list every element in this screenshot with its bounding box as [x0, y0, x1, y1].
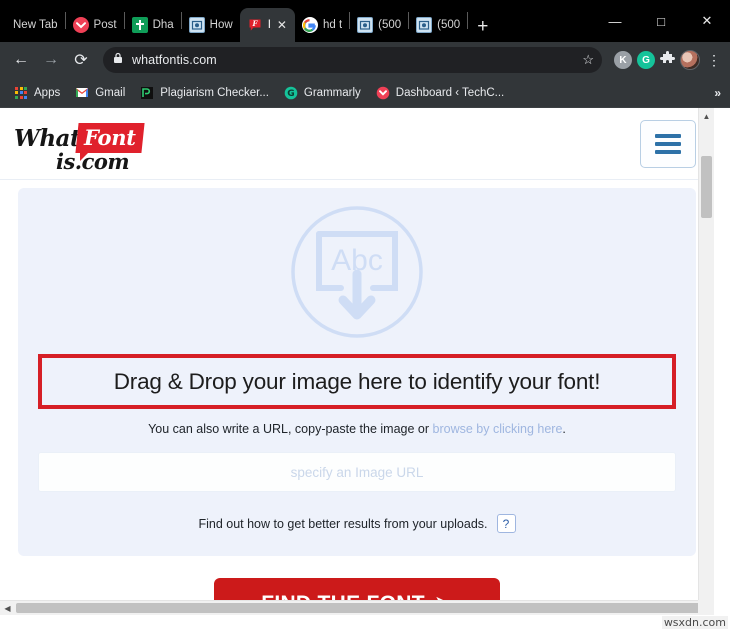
window-controls: — □ ✕ — [592, 0, 730, 42]
pocket-icon — [376, 86, 390, 100]
hamburger-line — [655, 133, 681, 138]
hamburger-line — [655, 149, 681, 154]
bookmark-dashboard-techc[interactable]: Dashboard ‹ TechC... — [370, 83, 510, 103]
site-header: What Font is.com — [0, 108, 714, 180]
close-icon[interactable]: ✕ — [276, 19, 288, 31]
bookmark-gmail[interactable]: Gmail — [69, 83, 131, 103]
apps-grid-icon — [14, 86, 28, 100]
whatfontis-page: What Font is.com Abc Drag & Drop your im… — [0, 108, 714, 615]
grammarly-icon: G — [284, 86, 298, 100]
tab-label: I — [267, 19, 271, 31]
watermark: wsxdn.com — [661, 616, 728, 629]
svg-text:G: G — [287, 89, 294, 99]
gmail-icon — [75, 86, 89, 100]
logo-part-font: Font — [84, 124, 136, 150]
whatfontis-icon: F — [247, 17, 263, 33]
address-bar[interactable]: whatfontis.com ☆ — [103, 47, 602, 73]
upload-illustration: Abc — [34, 202, 680, 342]
upload-hint-prefix: You can also write a URL, copy-paste the… — [148, 422, 433, 436]
chrome-menu-icon[interactable]: ⋮ — [705, 52, 723, 69]
extension-icons: K G ⋮ — [614, 50, 723, 70]
browser-tab-500-a[interactable]: (500 — [350, 8, 408, 42]
tab-label: (500 — [437, 19, 461, 31]
maximize-button[interactable]: □ — [638, 4, 684, 38]
forward-icon[interactable]: → — [37, 46, 65, 74]
bookmarks-overflow-icon[interactable]: » — [714, 86, 721, 100]
sheets-icon — [131, 17, 148, 33]
bookmark-label: Apps — [34, 86, 61, 99]
tab-label: hd t — [322, 19, 343, 31]
help-badge-icon[interactable]: ? — [496, 514, 516, 533]
browser-window: New Tab Post Dha How F I ✕ hd t (500 (50… — [0, 0, 730, 630]
browser-tab-500-b[interactable]: (500 — [409, 8, 467, 42]
minimize-button[interactable]: — — [592, 4, 638, 38]
browser-tab-how[interactable]: How — [182, 8, 240, 42]
image-url-placeholder: specify an Image URL — [290, 464, 424, 480]
grammarly-icon[interactable]: G — [637, 51, 655, 69]
bookmarks-bar: Apps Gmail Plagiarism Checker... G Gramm… — [0, 78, 730, 108]
photo-icon — [188, 17, 205, 33]
bookmark-grammarly[interactable]: G Grammarly — [278, 83, 367, 103]
scrollbar-corner — [698, 600, 714, 615]
logo-part-iscom: is.com — [56, 148, 130, 174]
plagiarism-icon — [140, 86, 154, 100]
bookmark-label: Grammarly — [303, 86, 361, 99]
image-dropzone[interactable]: Abc Drag & Drop your image here to ident… — [18, 188, 696, 556]
tab-label: How — [209, 19, 233, 31]
vertical-scrollbar[interactable]: ▲ ▼ — [698, 108, 714, 615]
scroll-up-icon[interactable]: ▲ — [699, 108, 714, 124]
bookmark-label: Dashboard ‹ TechC... — [395, 86, 505, 99]
scroll-left-icon[interactable]: ◀ — [0, 604, 15, 613]
photo-icon — [416, 17, 433, 33]
svg-text:F: F — [251, 19, 258, 28]
profile-k-icon[interactable]: K — [614, 51, 632, 69]
horizontal-scrollbar[interactable]: ◀ — [0, 600, 714, 615]
new-tab-button[interactable]: + — [468, 17, 497, 36]
horizontal-scroll-thumb[interactable] — [16, 603, 712, 613]
bookmark-plagiarism-checker[interactable]: Plagiarism Checker... — [134, 83, 275, 103]
extensions-puzzle-icon[interactable] — [660, 51, 675, 69]
browser-tab-hd[interactable]: hd t — [295, 8, 349, 42]
upload-hint: You can also write a URL, copy-paste the… — [34, 422, 680, 436]
url-text: whatfontis.com — [132, 53, 217, 67]
tab-label: New Tab — [13, 19, 58, 31]
avatar[interactable] — [680, 50, 700, 70]
bookmark-label: Gmail — [95, 86, 126, 99]
image-url-input[interactable]: specify an Image URL — [38, 452, 676, 492]
better-results-text: Find out how to get better results from … — [198, 516, 488, 531]
bookmark-apps[interactable]: Apps — [8, 83, 66, 103]
back-icon[interactable]: ← — [7, 46, 35, 74]
logo-part-what: What — [14, 124, 81, 152]
google-icon — [301, 17, 318, 33]
browser-tab-dha[interactable]: Dha — [125, 8, 181, 42]
photo-icon — [357, 17, 374, 33]
browser-tab-post[interactable]: Post — [66, 8, 124, 42]
bookmark-label: Plagiarism Checker... — [160, 86, 269, 99]
reload-icon[interactable]: ⟳ — [67, 46, 95, 74]
hamburger-menu-button[interactable] — [640, 119, 696, 168]
tab-label: (500 — [378, 19, 402, 31]
browser-tab-active-whatfontis[interactable]: F I ✕ — [239, 8, 295, 42]
bookmark-star-icon[interactable]: ☆ — [582, 52, 594, 68]
browse-link[interactable]: browse by clicking here — [433, 422, 563, 436]
tab-label: Dha — [152, 19, 174, 31]
hamburger-line — [655, 141, 681, 146]
tab-strip: New Tab Post Dha How F I ✕ hd t (500 (50… — [0, 0, 730, 42]
tab-label: Post — [93, 19, 117, 31]
better-results-row: Find out how to get better results from … — [34, 514, 680, 533]
site-logo[interactable]: What Font is.com — [14, 119, 149, 174]
vertical-scroll-thumb[interactable] — [701, 156, 712, 218]
close-window-button[interactable]: ✕ — [684, 4, 730, 38]
navigation-toolbar: ← → ⟳ whatfontis.com ☆ K G ⋮ — [0, 42, 730, 78]
drag-drop-headline-box: Drag & Drop your image here to identify … — [38, 354, 676, 409]
pocket-icon — [72, 17, 89, 33]
upload-hint-suffix: . — [562, 422, 566, 436]
page-viewport: What Font is.com Abc Drag & Drop your im… — [0, 108, 730, 630]
main-content: Abc Drag & Drop your image here to ident… — [0, 180, 714, 615]
browser-tab-new-tab[interactable]: New Tab — [6, 8, 65, 42]
drag-drop-headline: Drag & Drop your image here to identify … — [113, 368, 601, 394]
lock-icon — [113, 51, 123, 69]
abc-upload-icon: Abc — [291, 206, 423, 338]
